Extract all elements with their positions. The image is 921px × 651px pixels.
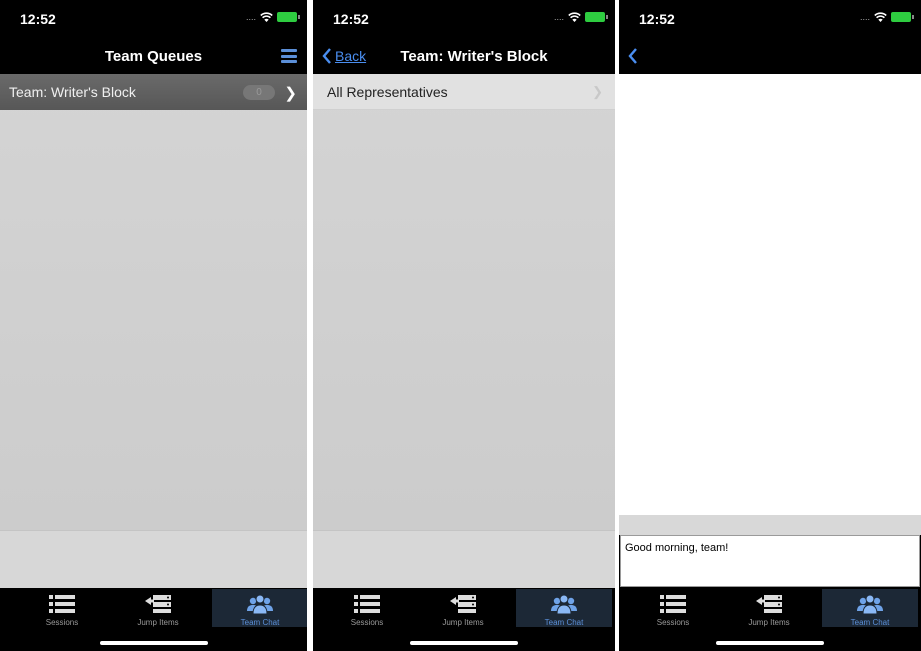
tab-sessions[interactable]: Sessions: [625, 589, 721, 627]
nav-bar: Team Queues: [0, 38, 307, 74]
team-icon: [551, 594, 577, 614]
chevron-left-icon: [628, 48, 637, 64]
signal-dots: ....: [245, 12, 256, 22]
status-time: 12:52: [639, 11, 675, 27]
tab-label: Team Chat: [240, 618, 280, 627]
battery-charging-icon: [277, 12, 300, 22]
chat-message-input[interactable]: Good morning, team!: [620, 535, 920, 587]
status-time: 12:52: [20, 11, 56, 27]
back-button[interactable]: [627, 48, 639, 64]
chevron-right-icon: ❯: [592, 84, 603, 99]
team-icon: [857, 594, 883, 614]
tab-team-chat[interactable]: Team Chat: [516, 589, 612, 627]
status-bar: 12:52 ....: [313, 0, 615, 38]
status-icons: ....: [859, 12, 914, 22]
representatives-list: All Representatives ❯: [313, 74, 615, 588]
list-item-label: Team: Writer's Block: [9, 84, 136, 100]
jump-server-icon: [450, 595, 476, 613]
queue-list: Team: Writer's Block 0 ❯: [0, 74, 307, 588]
wifi-icon: [874, 12, 887, 22]
home-indicator: [716, 641, 824, 645]
signal-dots: ....: [859, 12, 870, 22]
status-time: 12:52: [333, 11, 369, 27]
tab-sessions[interactable]: Sessions: [14, 589, 110, 627]
home-indicator: [99, 641, 208, 645]
status-bar: 12:52 ....: [0, 0, 307, 38]
tab-team-chat[interactable]: Team Chat: [212, 589, 307, 627]
list-icon: [660, 595, 686, 613]
tab-label: Team Chat: [544, 618, 584, 627]
tab-label: Jump Items: [748, 618, 790, 627]
team-queues-screen: 12:52 .... Team Queues Team: Writer's Bl…: [0, 0, 307, 651]
list-footer: [313, 530, 615, 588]
battery-charging-icon: [891, 12, 914, 22]
chevron-right-icon: ❯: [284, 85, 297, 102]
status-icons: ....: [553, 12, 608, 22]
menu-icon[interactable]: [281, 49, 297, 63]
page-title: Team Queues: [104, 48, 203, 65]
list-footer: [0, 530, 307, 588]
tab-bar: Sessions Jump Items Team Chat: [313, 588, 615, 651]
tab-label: Sessions: [350, 618, 384, 627]
status-bar: 12:52 ....: [619, 0, 921, 38]
list-icon: [49, 595, 75, 613]
tab-bar: Sessions Jump Items Team Chat: [619, 588, 921, 651]
wifi-icon: [568, 12, 581, 22]
team-icon: [247, 594, 273, 614]
tab-label: Sessions: [45, 618, 79, 627]
team-detail-screen: 12:52 .... Back Team: Writer's Block All…: [313, 0, 615, 651]
jump-server-icon: [756, 595, 782, 613]
tab-sessions[interactable]: Sessions: [319, 589, 415, 627]
wifi-icon: [260, 12, 273, 22]
list-item-all-representatives[interactable]: All Representatives ❯: [313, 74, 615, 110]
list-item-team-queue[interactable]: Team: Writer's Block 0 ❯: [0, 74, 307, 110]
list-item-label: All Representatives: [327, 83, 448, 100]
tab-bar: Sessions Jump Items Team Chat: [0, 588, 307, 651]
status-icons: ....: [245, 12, 300, 22]
tab-jump-items[interactable]: Jump Items: [415, 589, 511, 627]
page-title: Team: Writer's Block: [400, 48, 548, 65]
count-badge: 0: [243, 85, 275, 100]
signal-dots: ....: [553, 12, 564, 22]
nav-bar: Back Team: Writer's Block: [313, 38, 615, 74]
list-icon: [354, 595, 380, 613]
chevron-left-icon: [322, 48, 331, 64]
tab-team-chat[interactable]: Team Chat: [822, 589, 918, 627]
team-chat-screen: 12:52 .... Good morning, team! Sessions …: [619, 0, 921, 651]
nav-bar: [619, 38, 921, 74]
battery-charging-icon: [585, 12, 608, 22]
tab-label: Sessions: [656, 618, 690, 627]
tab-label: Jump Items: [442, 618, 484, 627]
tab-jump-items[interactable]: Jump Items: [110, 589, 206, 627]
home-indicator: [410, 641, 518, 645]
tab-label: Jump Items: [137, 618, 179, 627]
tab-label: Team Chat: [850, 618, 890, 627]
tab-jump-items[interactable]: Jump Items: [721, 589, 817, 627]
chat-divider: [619, 515, 921, 535]
jump-server-icon: [145, 595, 171, 613]
chat-messages-area: [619, 74, 921, 515]
